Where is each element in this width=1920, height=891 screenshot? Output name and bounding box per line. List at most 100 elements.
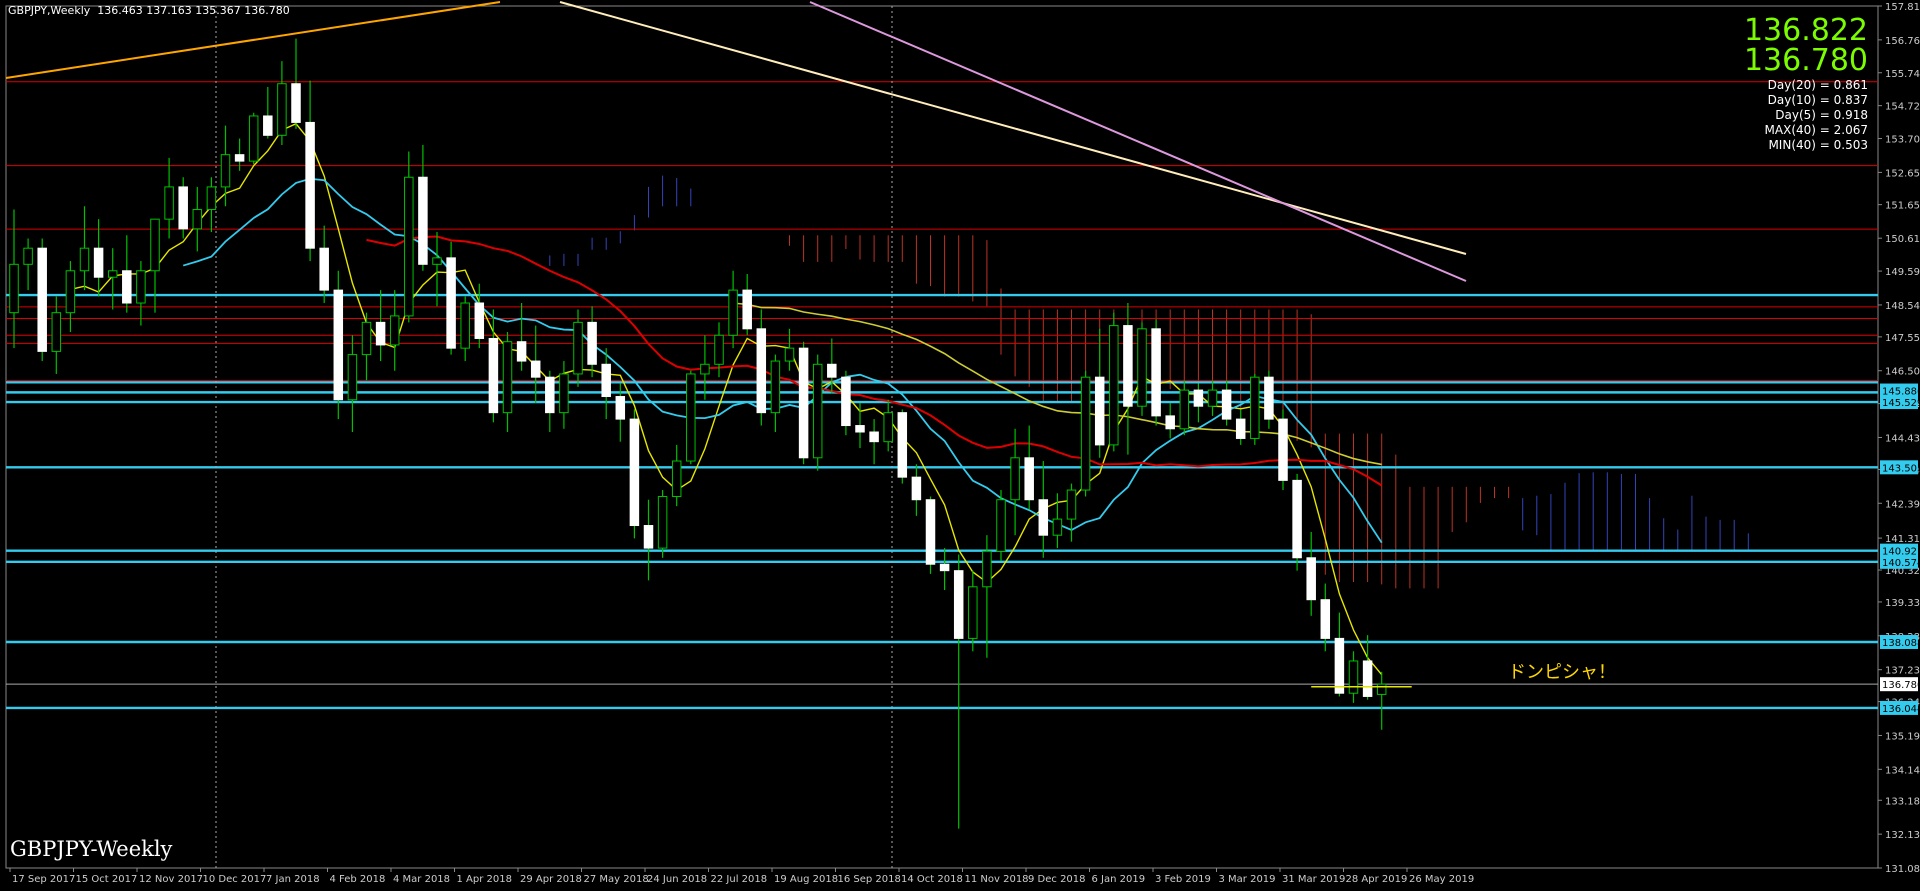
- big-price-panel: 136.822 136.780: [1744, 16, 1868, 76]
- candle-body: [953, 570, 964, 639]
- candle-body: [150, 218, 160, 272]
- x-tick-label: 31 Mar 2019: [1282, 874, 1345, 885]
- candle-body: [1123, 325, 1133, 407]
- candle-body: [361, 321, 372, 356]
- y-tick-label: 132.130: [1885, 830, 1920, 841]
- candle-body: [375, 321, 386, 346]
- candle-body: [1207, 389, 1218, 407]
- y-tick-label: 139.330: [1885, 598, 1920, 609]
- x-tick-label: 1 Apr 2018: [457, 874, 512, 885]
- y-tick-label: 144.430: [1885, 433, 1920, 444]
- annotation-label: ドンピシャ！: [1508, 662, 1616, 683]
- candle-body: [65, 270, 76, 314]
- symbol-watermark: GBPJPY-Weekly: [10, 837, 173, 861]
- price-tag-label: 140.574: [1882, 558, 1920, 569]
- candle-body: [516, 341, 527, 362]
- long-term-ma3-line: [809, 1, 1467, 282]
- x-tick-label: 6 Jan 2019: [1092, 874, 1146, 885]
- candle-body: [220, 154, 231, 188]
- candle-body: [446, 257, 456, 349]
- candle-body: [869, 431, 879, 443]
- candle-body: [107, 270, 118, 278]
- candle-body: [601, 363, 611, 398]
- candle-body: [291, 83, 301, 123]
- candle-body: [263, 115, 273, 136]
- candle-body: [1334, 637, 1345, 694]
- price-chart[interactable]: 131.080132.130133.180134.140135.190136.2…: [0, 0, 1920, 891]
- candle-body: [1179, 389, 1190, 430]
- candle-body: [1165, 415, 1175, 430]
- candle-body: [248, 115, 259, 162]
- y-tick-label: 150.610: [1885, 234, 1920, 245]
- candle-body: [1109, 325, 1119, 446]
- candle-body: [643, 525, 654, 549]
- candle-body: [1221, 389, 1232, 420]
- candle-body: [1278, 418, 1288, 481]
- candle-body: [488, 337, 499, 414]
- x-tick-label: 14 Oct 2018: [901, 874, 963, 885]
- y-tick-label: 154.720: [1885, 102, 1920, 113]
- candle-body: [404, 176, 414, 317]
- candle-body: [911, 476, 922, 501]
- candle-body: [305, 121, 315, 249]
- candle-body: [347, 354, 358, 401]
- y-tick-label: 149.590: [1885, 267, 1920, 278]
- x-tick-label: 12 Nov 2017: [139, 874, 203, 885]
- x-tick-label: 7 Jan 2018: [266, 874, 320, 885]
- candle-body: [502, 341, 513, 414]
- y-tick-label: 157.810: [1885, 2, 1920, 13]
- candle-body: [178, 186, 188, 230]
- candle-body: [1137, 328, 1147, 407]
- candle-body: [728, 289, 738, 336]
- candle-body: [1094, 376, 1105, 446]
- stat-day20: Day(20) = 0.861: [1767, 78, 1868, 92]
- y-tick-label: 135.190: [1885, 731, 1920, 742]
- y-tick-label: 137.230: [1885, 666, 1920, 677]
- candle-body: [1348, 660, 1359, 694]
- price-tag-label: 143.505: [1882, 463, 1920, 474]
- candle-body: [1235, 418, 1246, 439]
- long-term-ma2-line: [559, 1, 1467, 255]
- stat-min40: MIN(40) = 0.503: [1768, 138, 1868, 152]
- candle-body: [1376, 683, 1387, 695]
- y-tick-label: 148.540: [1885, 301, 1920, 312]
- candle-body: [234, 154, 245, 162]
- y-tick-label: 152.650: [1885, 168, 1920, 179]
- x-tick-label: 9 Dec 2018: [1028, 874, 1086, 885]
- y-tick-label: 141.310: [1885, 534, 1920, 545]
- range-stats: Day(20) = 0.861 Day(10) = 0.837 Day(5) =…: [1765, 78, 1868, 153]
- candle-body: [1193, 389, 1204, 407]
- price-tag-label: 145.529: [1882, 398, 1920, 409]
- price-tag-label: 136.044: [1882, 704, 1920, 715]
- ohlc-readout: 136.463 137.163 135.367 136.780: [97, 4, 290, 17]
- candle-body: [1010, 457, 1020, 501]
- x-tick-label: 11 Nov 2018: [965, 874, 1029, 885]
- stat-max40: MAX(40) = 2.067: [1764, 123, 1868, 137]
- candle-body: [714, 334, 724, 365]
- y-tick-label: 151.650: [1885, 201, 1920, 212]
- stat-day5: Day(5) = 0.918: [1775, 108, 1868, 122]
- candle-body: [671, 460, 682, 497]
- y-tick-label: 147.550: [1885, 333, 1920, 344]
- candle-body: [1080, 376, 1091, 491]
- candle-body: [827, 363, 837, 378]
- y-tick-label: 146.500: [1885, 367, 1920, 378]
- candle-body: [996, 499, 1006, 552]
- candle-body: [122, 270, 132, 304]
- candle-body: [319, 247, 329, 291]
- candle-body: [51, 312, 62, 352]
- candle-body: [530, 360, 541, 378]
- candle-body: [968, 586, 978, 639]
- x-tick-label: 19 Aug 2018: [774, 874, 838, 885]
- candle-body: [812, 363, 823, 459]
- candle-body: [389, 315, 400, 346]
- chart-header: GBPJPY,Weekly 136.463 137.163 135.367 13…: [8, 4, 290, 17]
- candle-body: [629, 418, 640, 527]
- candle-body: [545, 376, 555, 414]
- candle-body: [1038, 499, 1049, 536]
- price-tag-label: 138.088: [1882, 638, 1920, 649]
- candle-body: [897, 412, 908, 478]
- ma-13-line: [182, 177, 1383, 544]
- candle-body: [192, 208, 203, 230]
- candle-body: [418, 176, 428, 265]
